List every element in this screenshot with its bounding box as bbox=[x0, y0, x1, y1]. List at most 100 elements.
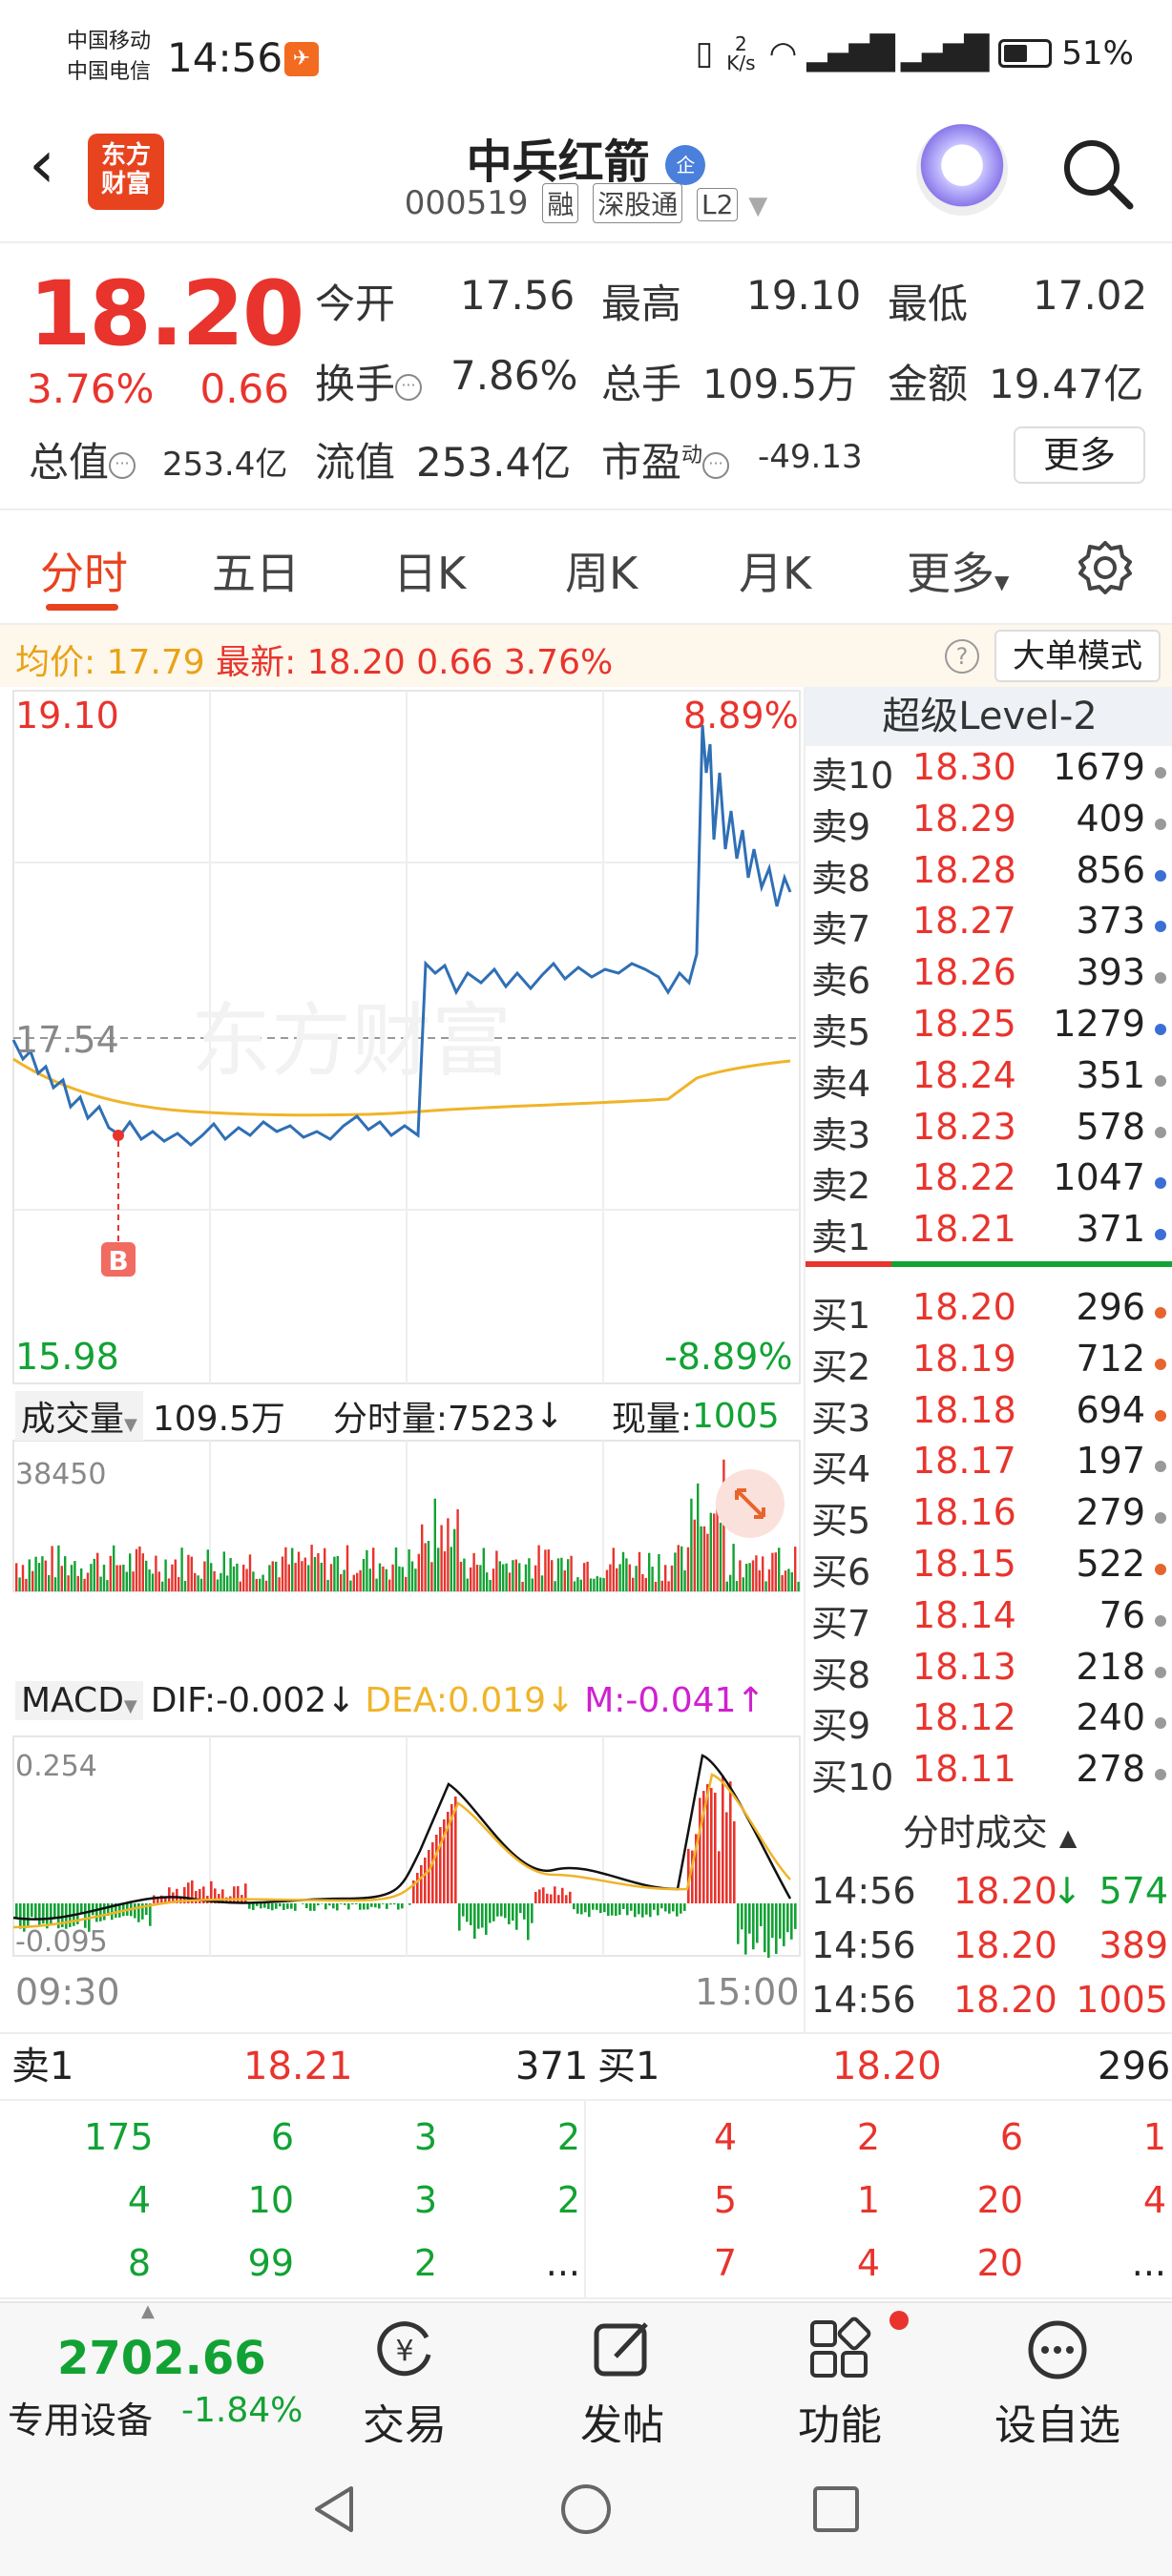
big-order-mode-button[interactable]: 大单模式 bbox=[994, 630, 1161, 682]
volume-bar bbox=[141, 1553, 144, 1591]
robot-assistant-avatar[interactable] bbox=[916, 124, 1008, 216]
queue-cell: 4 bbox=[713, 2116, 737, 2158]
volume-bar bbox=[470, 1567, 472, 1591]
volume-bar bbox=[667, 1581, 670, 1591]
ask-price: 18.29 bbox=[912, 797, 1016, 840]
volume-bar bbox=[164, 1559, 167, 1591]
order-type-dot bbox=[1155, 869, 1166, 882]
latest-change: 0.66 bbox=[416, 643, 493, 682]
bid-row[interactable]: 买3 18.18 694 bbox=[806, 1389, 1172, 1441]
status-time: 14:56 bbox=[167, 34, 283, 81]
volume-bar bbox=[115, 1565, 118, 1591]
trades-header[interactable]: 分时成交 ▲ bbox=[806, 1803, 1172, 1856]
ask-level: 卖7 bbox=[811, 908, 871, 951]
info-dots-icon[interactable]: ··· bbox=[109, 451, 136, 479]
volume-bar bbox=[80, 1568, 83, 1591]
info-dots-icon[interactable]: ··· bbox=[395, 373, 423, 401]
functions-button[interactable]: 功能 bbox=[754, 2303, 926, 2452]
info-dots-icon[interactable]: ··· bbox=[702, 451, 730, 479]
bid-row[interactable]: 买9 18.12 240 bbox=[806, 1696, 1172, 1748]
tab-daily-k[interactable]: 日K bbox=[393, 539, 466, 602]
volume-bar bbox=[324, 1548, 326, 1591]
ask-row[interactable]: 卖2 18.22 1047 bbox=[806, 1156, 1172, 1208]
nav-home-icon[interactable] bbox=[557, 2481, 615, 2538]
bid-row[interactable]: 买8 18.13 218 bbox=[806, 1646, 1172, 1697]
tab-monthly-k[interactable]: 月K bbox=[739, 539, 811, 602]
queue-cell: 2 bbox=[856, 2116, 880, 2158]
more-quote-button[interactable]: 更多 bbox=[1014, 426, 1145, 484]
bid-price: 18.13 bbox=[912, 1645, 1016, 1688]
current-price: 18.20 bbox=[29, 262, 304, 366]
macd-bar bbox=[324, 1903, 327, 1910]
queue-cell: 10 bbox=[247, 2179, 294, 2221]
post-button[interactable]: 发帖 bbox=[536, 2303, 708, 2452]
volume-bar bbox=[106, 1580, 109, 1591]
order-type-dot bbox=[1155, 1564, 1166, 1575]
bid-row[interactable]: 买2 18.19 712 bbox=[806, 1338, 1172, 1389]
volume-bar bbox=[178, 1576, 180, 1591]
macd-bar bbox=[588, 1903, 591, 1918]
ask-row[interactable]: 卖8 18.28 856 bbox=[806, 849, 1172, 901]
macd-bar bbox=[699, 1797, 701, 1903]
ask-row[interactable]: 卖10 18.30 1679 bbox=[806, 746, 1172, 798]
add-watchlist-button[interactable]: 设自选 bbox=[972, 2303, 1143, 2452]
volume-bar bbox=[336, 1555, 339, 1591]
volume-bar bbox=[21, 1565, 25, 1591]
ask-row[interactable]: 卖4 18.24 351 bbox=[806, 1054, 1172, 1106]
nav-back-icon[interactable] bbox=[305, 2481, 363, 2538]
macd-bar bbox=[393, 1903, 396, 1905]
intraday-chart[interactable]: 东方财富 B 19.10 8.89% 17.54 15.98 -8.89% 成交… bbox=[0, 687, 804, 2032]
ask-row[interactable]: 卖5 18.25 1279 bbox=[806, 1003, 1172, 1054]
macd-bar bbox=[347, 1903, 350, 1910]
order-type-dot bbox=[1155, 1461, 1166, 1473]
bid-row[interactable]: 买5 18.16 279 bbox=[806, 1491, 1172, 1543]
tab-weekly-k[interactable]: 周K bbox=[565, 539, 638, 602]
ask-row[interactable]: 卖7 18.27 373 bbox=[806, 900, 1172, 951]
amount-value: 19.47亿 bbox=[989, 361, 1144, 407]
search-icon[interactable] bbox=[1059, 135, 1136, 212]
ask-row[interactable]: 卖3 18.23 578 bbox=[806, 1106, 1172, 1157]
bid-row[interactable]: 买4 18.17 197 bbox=[806, 1440, 1172, 1491]
order-book: 超级Level-2 卖10 18.30 1679 卖9 18.29 409 卖8… bbox=[804, 687, 1172, 2032]
volume-bar bbox=[459, 1561, 463, 1591]
ask-row[interactable]: 卖9 18.29 409 bbox=[806, 798, 1172, 849]
volume-bar bbox=[690, 1498, 693, 1591]
macd-indicator-select[interactable]: MACD▼ bbox=[15, 1681, 143, 1720]
macd-bar bbox=[271, 1903, 274, 1911]
volume-bar bbox=[443, 1550, 447, 1591]
ask-level: 卖2 bbox=[811, 1165, 871, 1208]
level2-title[interactable]: 超级Level-2 bbox=[806, 687, 1172, 746]
macd-bar bbox=[340, 1903, 343, 1904]
macd-bar bbox=[134, 1903, 136, 1919]
settings-gear-icon[interactable] bbox=[1077, 539, 1134, 596]
bid-row[interactable]: 买10 18.11 278 bbox=[806, 1748, 1172, 1799]
tab-more[interactable]: 更多▼ bbox=[907, 539, 1009, 602]
ask-row[interactable]: 卖6 18.26 393 bbox=[806, 951, 1172, 1003]
volume-indicator-select[interactable]: 成交量▼ bbox=[15, 1391, 143, 1441]
bid-row[interactable]: 买6 18.15 522 bbox=[806, 1543, 1172, 1594]
volume-bar bbox=[303, 1557, 306, 1591]
status-icons: ▯ 2 K/s ◠ ▂▄▆█ ▂▄▆█ 51% bbox=[696, 34, 1134, 73]
sector-index[interactable]: ▲ 2702.66 专用设备 -1.84% bbox=[0, 2301, 303, 2444]
bid-row[interactable]: 买7 18.14 76 bbox=[806, 1594, 1172, 1646]
turnover-label[interactable]: 换手 ··· bbox=[315, 352, 423, 410]
volume-bar bbox=[725, 1581, 728, 1591]
trade-button[interactable]: ¥ 交易 bbox=[319, 2303, 491, 2452]
macd-bar bbox=[764, 1903, 766, 1953]
tab-intraday[interactable]: 分时 bbox=[40, 539, 128, 602]
mktcap-label[interactable]: 总值 ··· bbox=[29, 430, 136, 488]
volume-bar bbox=[239, 1581, 241, 1591]
bid-row[interactable]: 买1 18.20 296 bbox=[806, 1286, 1172, 1338]
volume-bar bbox=[76, 1575, 79, 1591]
bid-level: 买2 bbox=[811, 1345, 871, 1388]
macd-bar bbox=[576, 1903, 579, 1914]
nav-recents-icon[interactable] bbox=[807, 2481, 865, 2538]
tab-five-day[interactable]: 五日 bbox=[212, 539, 300, 602]
help-icon[interactable]: ? bbox=[945, 639, 979, 674]
bottom-nav: ▲ 2702.66 专用设备 -1.84% ¥ 交易 发帖 功能 设自选 bbox=[0, 2301, 1172, 2450]
ask-row[interactable]: 卖1 18.21 371 bbox=[806, 1208, 1172, 1259]
queue-cell: 2 bbox=[413, 2242, 437, 2284]
queue-bid-label: 买1 bbox=[597, 2045, 660, 2088]
volume-bar bbox=[544, 1549, 547, 1591]
pe-label[interactable]: 市盈动 ··· bbox=[601, 430, 730, 488]
